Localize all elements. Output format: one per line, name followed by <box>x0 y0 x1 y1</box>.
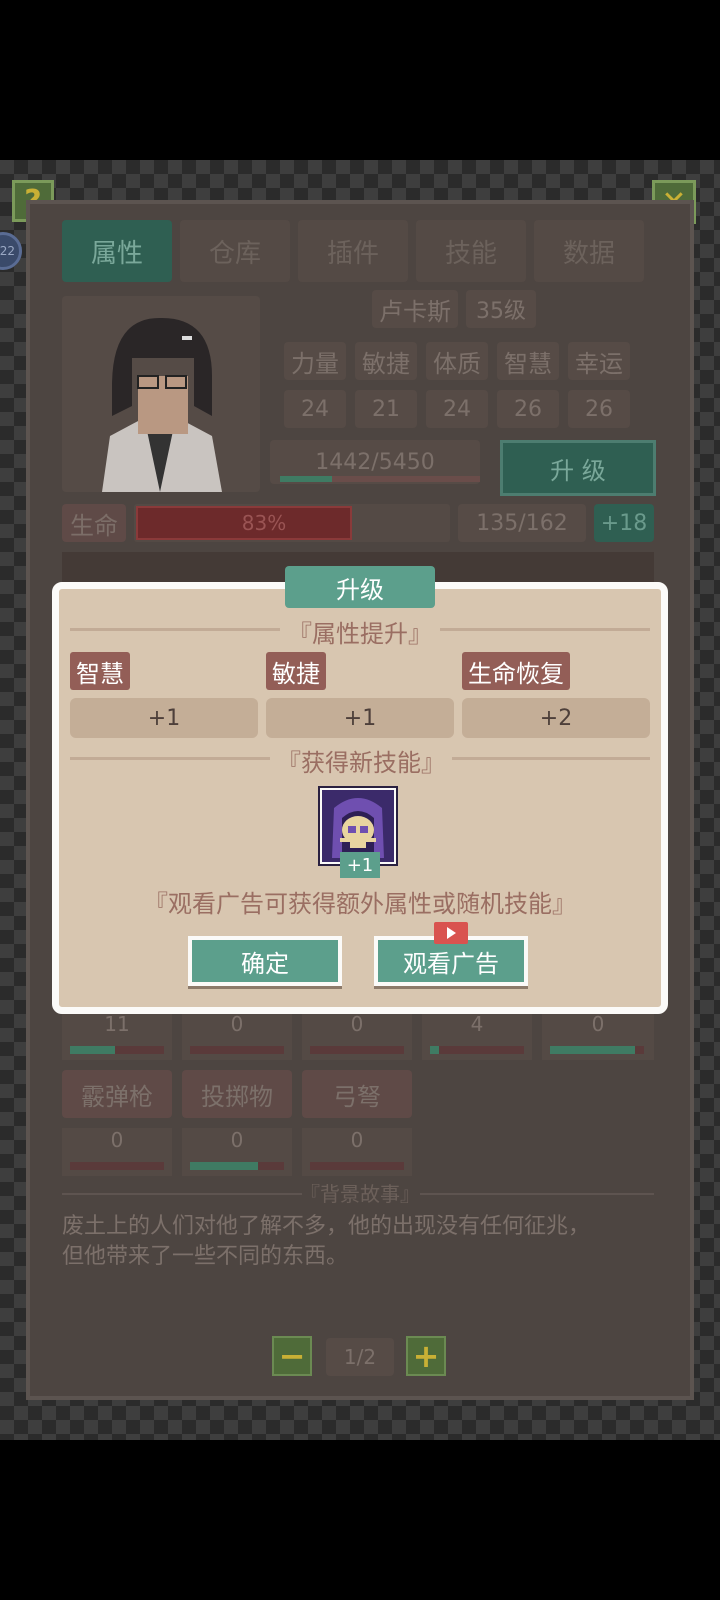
tab-skills[interactable]: 技能 <box>416 220 526 282</box>
stat-name-agility: 敏捷 <box>355 342 417 380</box>
gain-stat-name-1: 智慧 <box>70 652 130 690</box>
attr-rule-left <box>70 628 280 631</box>
skill-count-badge: +1 <box>340 852 380 878</box>
tab-attributes[interactable]: 属性 <box>62 220 172 282</box>
gain-stat-value-3: +2 <box>462 698 650 738</box>
weapon-throwable: 投掷物 <box>182 1070 292 1118</box>
weapon-crossbow: 弓弩 <box>302 1070 412 1118</box>
character-level: 35级 <box>466 290 536 328</box>
hp-regen: +18 <box>594 504 654 542</box>
plus-icon: + <box>412 1337 440 1375</box>
minus-icon: − <box>278 1337 306 1375</box>
stat-value-strength: 24 <box>284 390 346 428</box>
weapon2-stat-2: 0 <box>182 1128 292 1176</box>
weapon-stat-5: 0 <box>542 1012 654 1060</box>
stat-name-luck: 幸运 <box>568 342 630 380</box>
weapon-stat-4: 4 <box>422 1012 532 1060</box>
exp-text: 1442/5450 <box>315 449 435 475</box>
weapon-stat-2: 0 <box>182 1012 292 1060</box>
attr-rule-right <box>440 628 650 631</box>
dialog-title: 升级 <box>285 566 435 608</box>
character-name: 卢卡斯 <box>372 290 458 328</box>
hp-percent: 83% <box>241 511 287 535</box>
weapon2-stat-1: 0 <box>62 1128 172 1176</box>
stat-value-wisdom: 26 <box>497 390 559 428</box>
gain-stat-name-3: 生命恢复 <box>462 652 570 690</box>
tab-data[interactable]: 数据 <box>534 220 644 282</box>
tab-storage[interactable]: 仓库 <box>180 220 290 282</box>
hp-text: 135/162 <box>458 504 586 542</box>
hp-label: 生命 <box>62 504 126 542</box>
backstory-rule-right <box>420 1193 654 1195</box>
tab-plugins[interactable]: 插件 <box>298 220 408 282</box>
stat-name-wisdom: 智慧 <box>497 342 559 380</box>
weapon2-stat-3: 0 <box>302 1128 412 1176</box>
confirm-button[interactable]: 确定 <box>188 936 342 986</box>
skill-rule-left <box>70 757 270 760</box>
backstory-title: 『背景故事』 <box>300 1182 420 1206</box>
gain-stat-value-2: +1 <box>266 698 454 738</box>
weapon-stat-3: 0 <box>302 1012 412 1060</box>
ad-hint-text: 『观看广告可获得额外属性或随机技能』 <box>144 890 576 918</box>
video-play-icon <box>434 922 468 944</box>
stat-value-agility: 21 <box>355 390 417 428</box>
gain-stat-name-2: 敏捷 <box>266 652 326 690</box>
upgrade-button[interactable]: 升 级 <box>500 440 656 496</box>
stat-name-constitution: 体质 <box>426 342 488 380</box>
gain-stat-value-1: +1 <box>70 698 258 738</box>
backstory-text: 废土上的人们对他了解不多，他的出现没有任何征兆， 但他带来了一些不同的东西。 <box>62 1214 591 1269</box>
page-next-button[interactable]: + <box>406 1336 446 1376</box>
skill-section-title: 『获得新技能』 <box>277 749 445 777</box>
exp-bar-fill <box>280 476 332 482</box>
stat-value-luck: 26 <box>568 390 630 428</box>
attr-section-title: 『属性提升』 <box>288 620 432 648</box>
skill-rule-right <box>452 757 650 760</box>
weapon-shotgun: 霰弹枪 <box>62 1070 172 1118</box>
hp-bar: 83% <box>134 504 450 542</box>
character-portrait <box>62 296 260 492</box>
stat-value-constitution: 24 <box>426 390 488 428</box>
page-prev-button[interactable]: − <box>272 1336 312 1376</box>
backstory-rule-left <box>62 1193 302 1195</box>
exp-bar <box>280 476 480 482</box>
weapon-stat-1: 11 <box>62 1012 172 1060</box>
stat-name-strength: 力量 <box>284 342 346 380</box>
page-indicator: 1/2 <box>326 1338 394 1376</box>
